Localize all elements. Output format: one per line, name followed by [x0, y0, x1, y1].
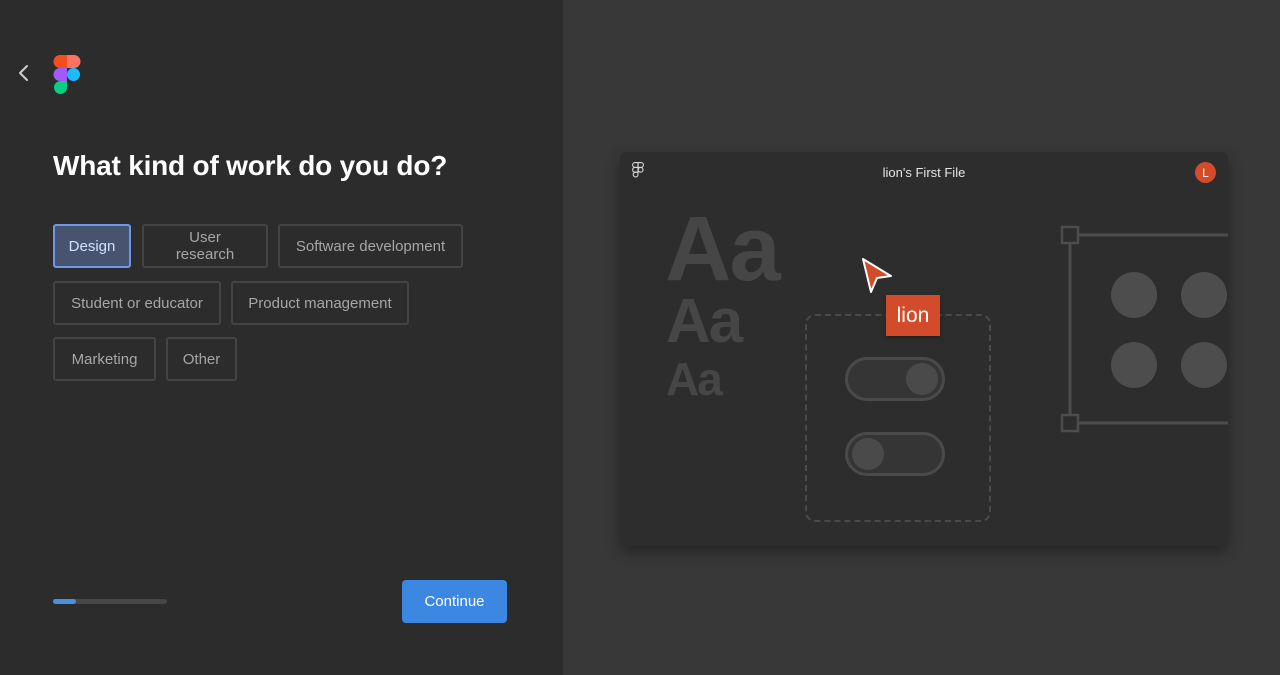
collaborator-name-tag: lion: [886, 295, 940, 336]
option-other[interactable]: Other: [166, 337, 237, 381]
continue-button[interactable]: Continue: [402, 580, 507, 623]
progress-fill: [53, 599, 76, 604]
toggle-knob: [906, 363, 938, 395]
progress-bar: [53, 599, 167, 604]
option-student-or-educator[interactable]: Student or educator: [53, 281, 221, 325]
file-preview-window: lion's First File L Aa Aa Aa lion: [620, 152, 1228, 546]
onboarding-panel: What kind of work do you do? Design User…: [0, 0, 563, 675]
back-button[interactable]: [14, 62, 34, 84]
avatar: L: [1195, 162, 1216, 183]
component-selection-box: [805, 314, 991, 522]
option-design[interactable]: Design: [53, 224, 131, 268]
page-title: What kind of work do you do?: [53, 150, 448, 181]
toggle-knob: [852, 438, 884, 470]
option-marketing[interactable]: Marketing: [53, 337, 156, 381]
figma-logo-icon: [53, 55, 81, 94]
frame-illustration: [1060, 225, 1228, 433]
file-title: lion's First File: [882, 165, 966, 180]
type-sample-small: Aa: [666, 353, 723, 405]
type-sample-medium: Aa: [666, 287, 743, 356]
toggle-off-illustration: [845, 432, 945, 476]
option-user-research[interactable]: User research: [142, 224, 268, 268]
pointer-cursor-icon: [862, 258, 892, 293]
toggle-on-illustration: [845, 357, 945, 401]
option-product-management[interactable]: Product management: [231, 281, 409, 325]
option-software-development[interactable]: Software development: [278, 224, 463, 268]
chevron-left-icon: [19, 65, 28, 81]
